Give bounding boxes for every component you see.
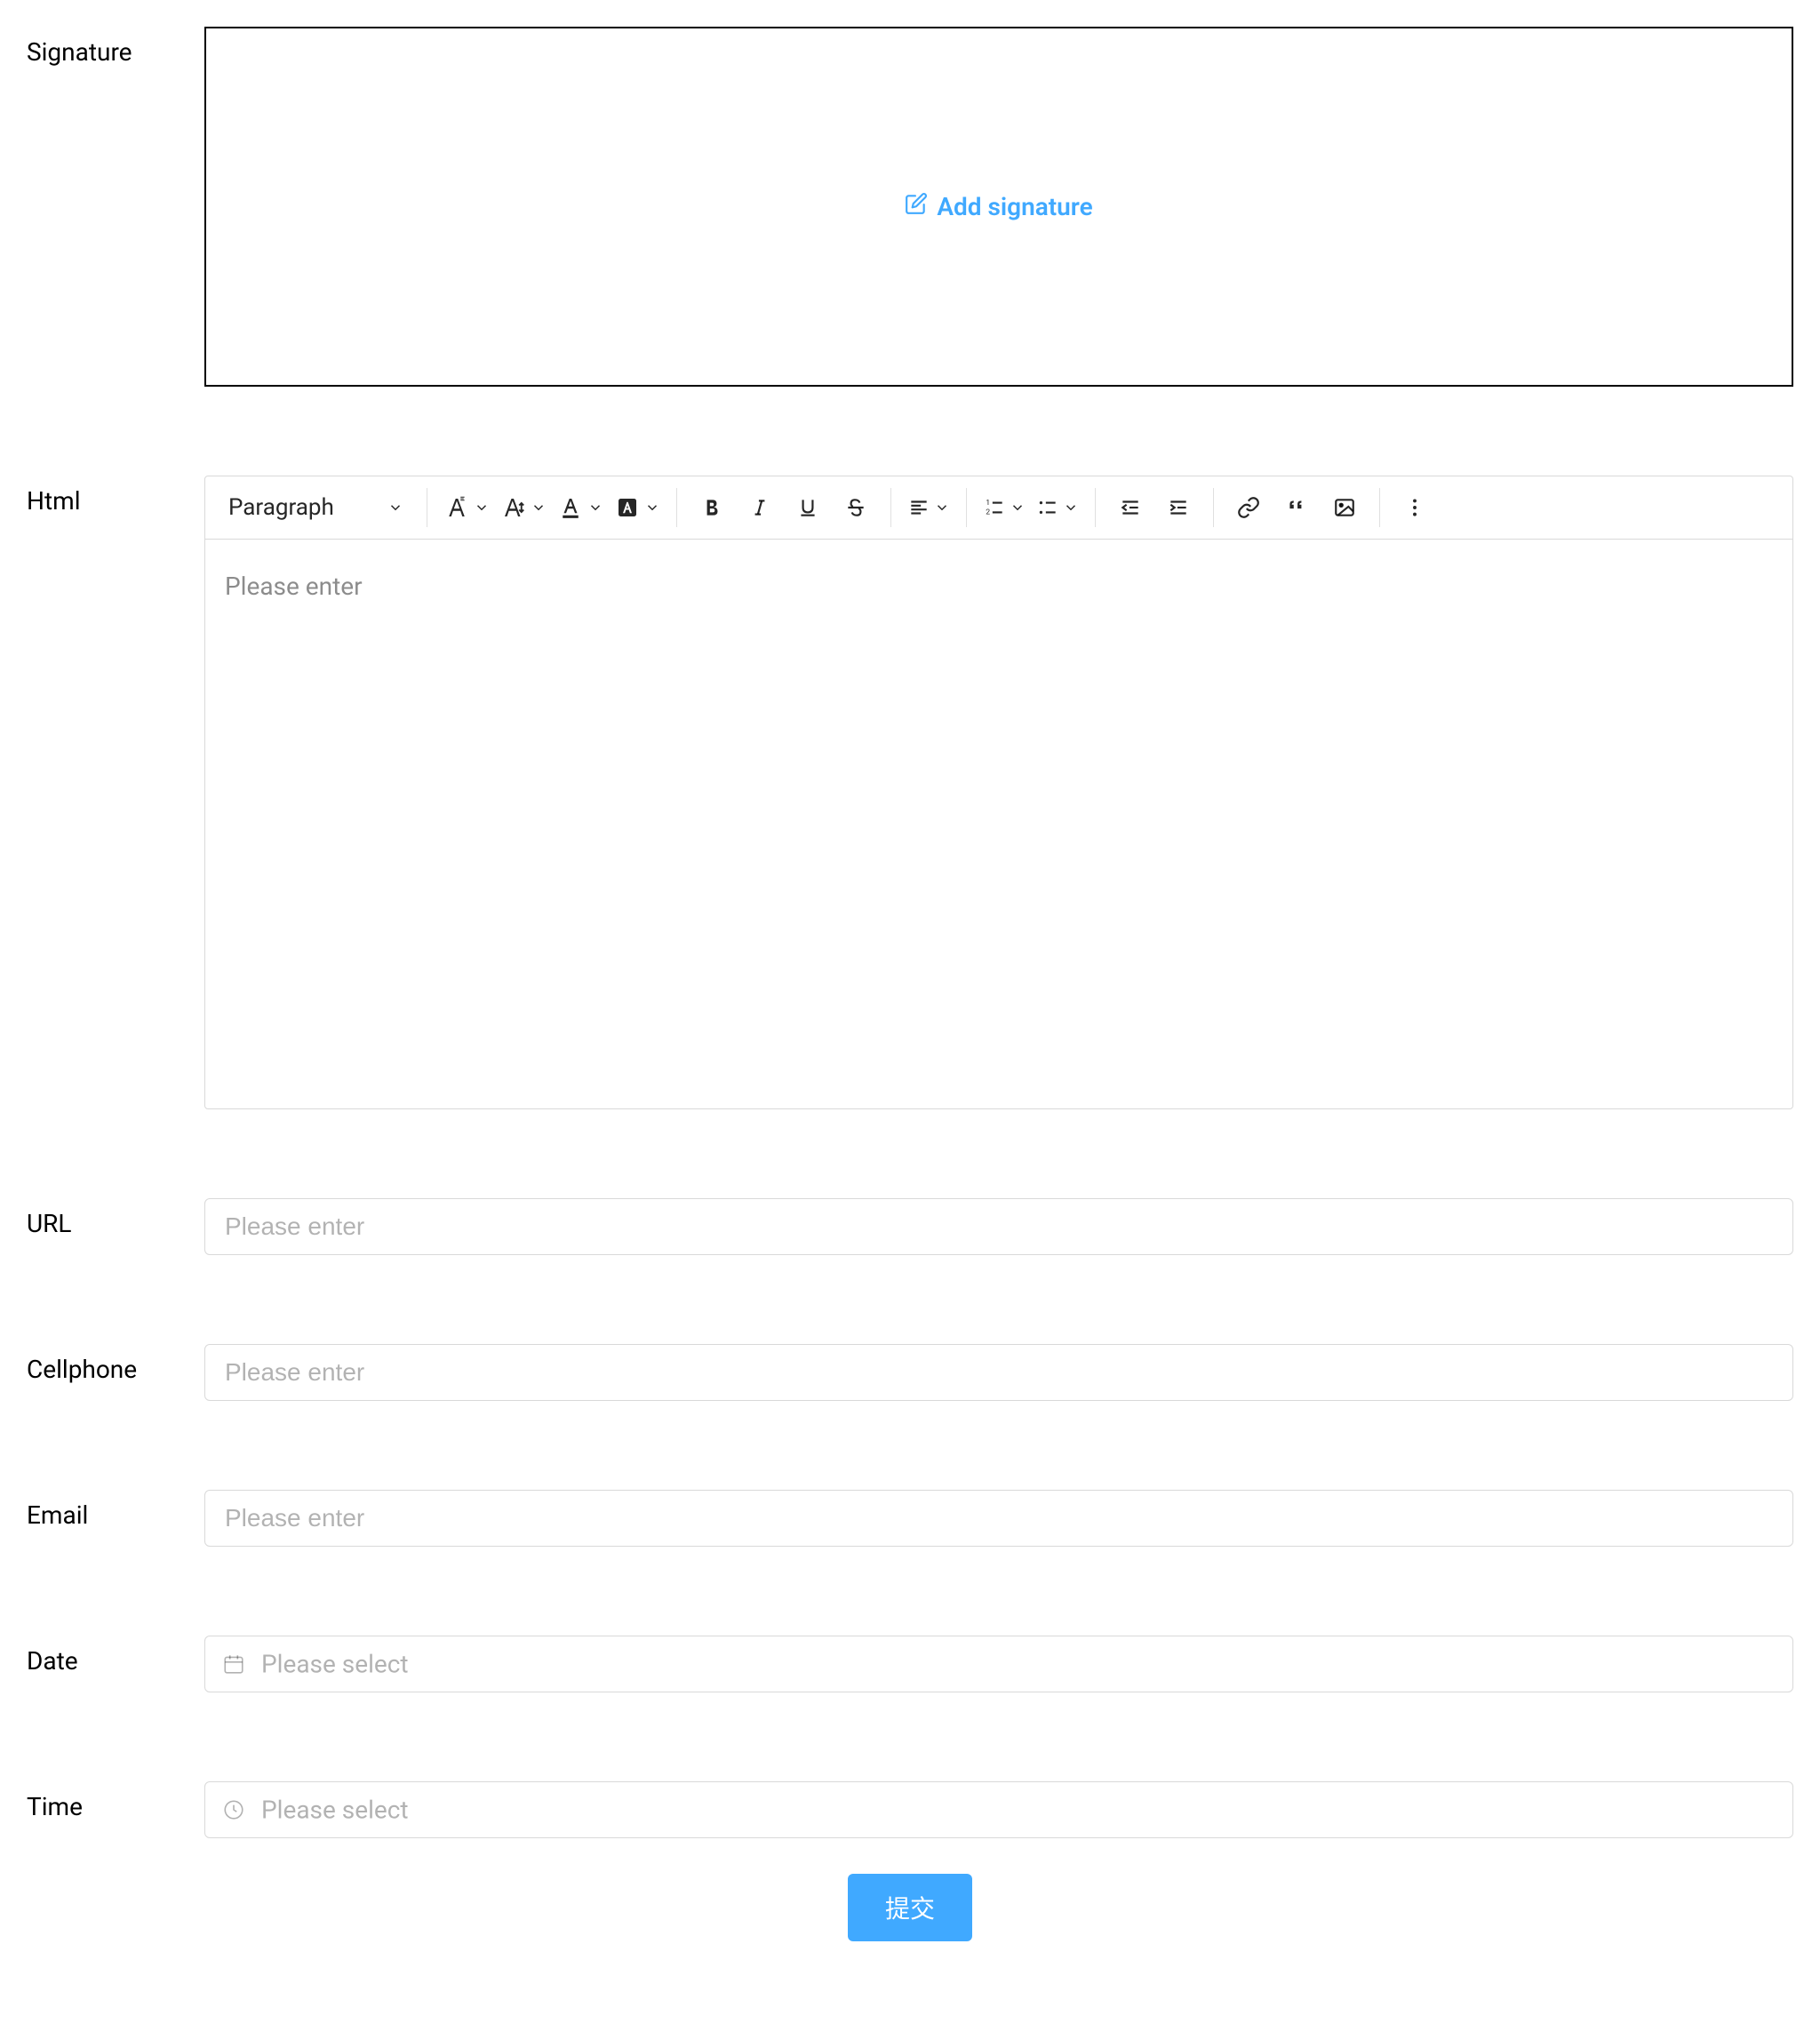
font-size-dropdown[interactable] [497,485,550,530]
email-input[interactable] [204,1490,1793,1547]
toolbar-separator [676,488,677,527]
heading-label: Paragraph [228,494,334,521]
image-icon [1333,496,1356,519]
label-cellphone: Cellphone [27,1344,204,1384]
bold-icon [700,496,723,519]
ordered-list-dropdown[interactable]: 12 [979,485,1029,530]
heading-dropdown[interactable]: Paragraph [218,489,414,526]
cellphone-input[interactable] [204,1344,1793,1401]
italic-icon [748,496,771,519]
edit-icon [905,192,928,221]
add-signature-label: Add signature [937,192,1092,221]
chevron-down-icon [1010,500,1026,516]
editor-toolbar: Paragraph [205,476,1792,540]
label-time: Time [27,1781,204,1821]
toolbar-separator [1379,488,1380,527]
align-dropdown[interactable] [904,485,954,530]
blockquote-button[interactable] [1274,485,1319,530]
font-family-icon [443,494,470,521]
svg-text:2: 2 [986,508,990,517]
underline-icon [796,496,819,519]
time-picker[interactable] [204,1781,1793,1838]
bold-button[interactable] [690,485,734,530]
ordered-list-icon: 12 [983,496,1006,519]
chevron-down-icon [1063,500,1079,516]
add-signature-link[interactable]: Add signature [905,192,1092,221]
label-email: Email [27,1490,204,1530]
unordered-list-icon [1036,496,1059,519]
url-input[interactable] [204,1198,1793,1255]
chevron-down-icon [387,500,403,516]
label-signature: Signature [27,27,204,67]
image-button[interactable] [1322,485,1367,530]
toolbar-separator [1095,488,1096,527]
toolbar-separator [890,488,891,527]
link-icon [1237,496,1260,519]
clock-icon [222,1798,245,1821]
underline-button[interactable] [786,485,830,530]
quote-icon [1285,496,1308,519]
label-url: URL [27,1198,204,1238]
svg-text:1: 1 [986,499,990,508]
calendar-icon [222,1652,245,1676]
indent-icon [1167,496,1190,519]
html-editor: Paragraph [204,476,1793,1109]
chevron-down-icon [474,500,490,516]
font-size-icon [500,494,527,521]
strikethrough-button[interactable] [834,485,878,530]
label-date: Date [27,1636,204,1676]
signature-canvas[interactable]: Add signature [204,27,1793,387]
outdent-button[interactable] [1108,485,1153,530]
toolbar-separator [1213,488,1214,527]
more-button[interactable] [1393,485,1437,530]
submit-button[interactable]: 提交 [848,1874,972,1941]
highlight-dropdown[interactable] [611,485,664,530]
date-picker[interactable] [204,1636,1793,1692]
unordered-list-dropdown[interactable] [1033,485,1082,530]
editor-content-area[interactable]: Please enter [205,540,1792,1108]
chevron-down-icon [531,500,547,516]
outdent-icon [1119,496,1142,519]
font-color-dropdown[interactable] [554,485,607,530]
italic-button[interactable] [738,485,782,530]
chevron-down-icon [934,500,950,516]
font-color-icon [557,494,584,521]
chevron-down-icon [587,500,603,516]
more-vertical-icon [1403,496,1426,519]
label-html: Html [27,476,204,516]
indent-button[interactable] [1156,485,1201,530]
chevron-down-icon [644,500,660,516]
toolbar-separator [966,488,967,527]
font-family-dropdown[interactable] [440,485,493,530]
highlight-icon [614,494,641,521]
strikethrough-icon [844,496,867,519]
align-left-icon [907,496,930,519]
link-button[interactable] [1226,485,1271,530]
